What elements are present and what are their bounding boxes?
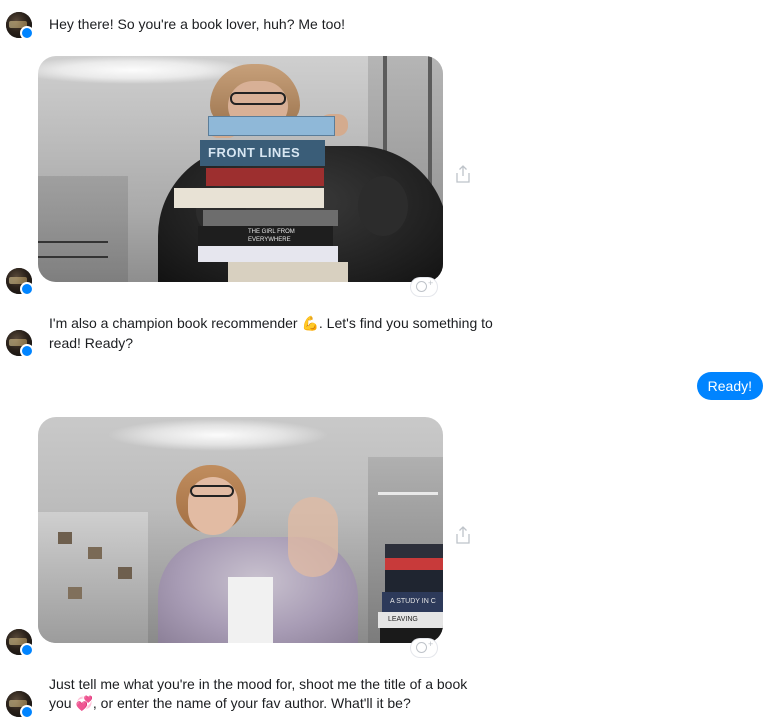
plus-icon: +	[428, 639, 434, 649]
two-hearts-emoji-icon: 💞	[75, 696, 93, 712]
shelf-item	[68, 587, 82, 599]
ceiling-light	[378, 492, 438, 495]
book	[228, 262, 348, 282]
messenger-badge-icon	[20, 643, 34, 657]
gif-woman-clapping[interactable]: A STUDY IN C LEAVING	[38, 417, 443, 643]
add-reaction-icon[interactable]: +	[411, 639, 437, 657]
book	[385, 544, 443, 558]
bot-avatar[interactable]	[6, 12, 34, 40]
shelf-item	[118, 567, 132, 579]
background-stairs	[38, 176, 128, 282]
bot-avatar[interactable]	[6, 691, 34, 719]
person-hands-clapping	[288, 497, 338, 577]
messenger-badge-icon	[20, 26, 34, 40]
message-text: Hey there! So you're a book lover, huh? …	[49, 16, 346, 32]
muscle-emoji-icon: 💪	[301, 316, 319, 332]
book	[385, 570, 443, 592]
book	[198, 246, 338, 262]
book	[206, 168, 324, 186]
bot-avatar[interactable]	[6, 268, 34, 296]
chat-thread: Hey there! So you're a book lover, huh? …	[0, 0, 765, 723]
person-arm	[358, 176, 408, 236]
bot-avatar[interactable]	[6, 330, 34, 358]
book-a-study-in: A STUDY IN C	[382, 592, 443, 612]
message-text: I'm also a champion book recommender 💪. …	[49, 314, 499, 353]
message-text-part: I'm also a champion book recommender	[49, 315, 302, 331]
book	[208, 116, 335, 136]
message-text-part: , or enter the name of your fav author. …	[92, 695, 411, 711]
book-front-lines: FRONT LINES	[200, 140, 325, 166]
person-glasses	[230, 92, 286, 105]
message-text: Just tell me what you're in the mood for…	[49, 675, 489, 714]
share-icon[interactable]	[455, 165, 471, 183]
add-reaction-icon[interactable]: +	[411, 278, 437, 296]
book-leaving: LEAVING	[378, 612, 443, 628]
shelf-item	[58, 532, 72, 544]
gif-woman-with-book-stack[interactable]: FRONT LINES THE GIRL FROM EVERYWHERE	[38, 56, 443, 282]
plus-icon: +	[428, 278, 434, 288]
railing	[38, 256, 108, 258]
shelf-item	[88, 547, 102, 559]
book	[203, 210, 338, 226]
book	[174, 188, 324, 208]
messenger-badge-icon	[20, 705, 34, 719]
bot-avatar[interactable]	[6, 629, 34, 657]
person-glasses	[190, 485, 234, 497]
share-icon[interactable]	[455, 526, 471, 544]
smiley-icon	[416, 642, 427, 653]
outgoing-message-bubble[interactable]: Ready!	[696, 372, 763, 400]
railing	[38, 241, 108, 243]
smiley-icon	[416, 281, 427, 292]
book-girl-from-everywhere: THE GIRL FROM EVERYWHERE	[198, 226, 333, 246]
messenger-badge-icon	[20, 344, 34, 358]
book	[385, 558, 443, 570]
person-shirt	[228, 577, 273, 643]
messenger-badge-icon	[20, 282, 34, 296]
